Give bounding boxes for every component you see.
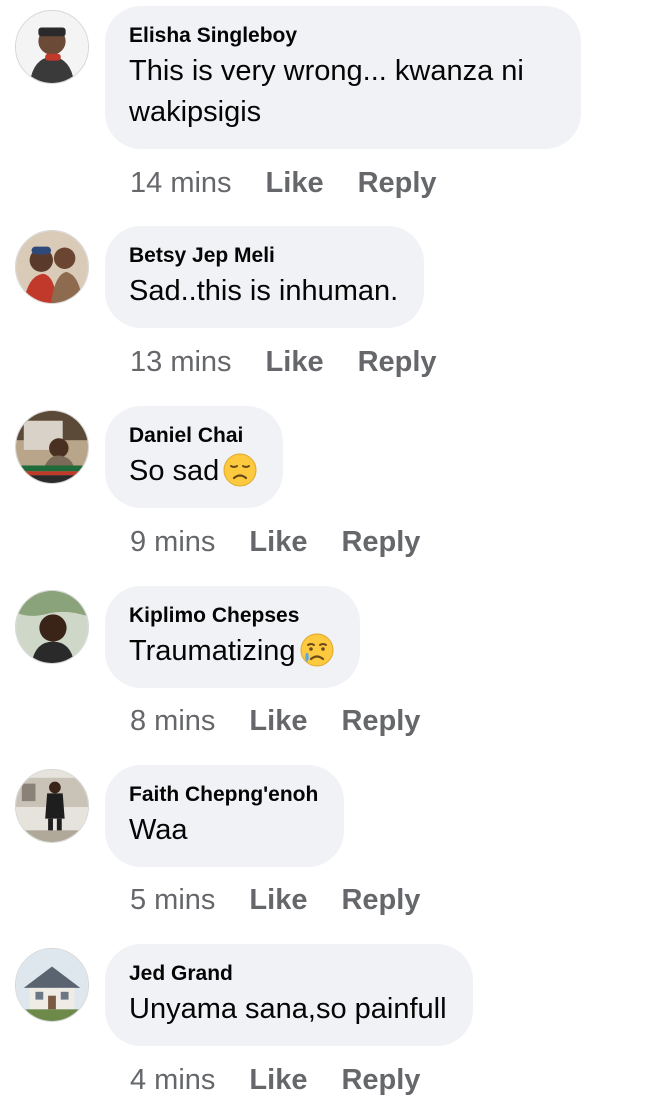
comment-timestamp[interactable]: 4 mins — [130, 1063, 215, 1097]
comment-actions: 9 mins Like Reply — [130, 525, 420, 559]
comment-text: Traumatizing — [129, 635, 296, 667]
avatar[interactable] — [15, 410, 89, 484]
crying-face-emoji-icon — [300, 633, 334, 667]
like-button[interactable]: Like — [266, 345, 324, 379]
comment-actions: 4 mins Like Reply — [130, 1063, 420, 1097]
like-button[interactable]: Like — [249, 883, 307, 917]
comment-text-line: Traumatizing — [129, 631, 334, 672]
comment-text: Sad..this is inhuman. — [129, 275, 399, 307]
comment-bubble: Faith Chepng'enoh Waa — [105, 765, 345, 867]
reply-button[interactable]: Reply — [341, 883, 420, 917]
comment-actions: 8 mins Like Reply — [130, 704, 420, 738]
comment-author[interactable]: Faith Chepng'enoh — [129, 781, 318, 809]
avatar[interactable] — [15, 590, 89, 664]
comment-text: Waa — [129, 814, 188, 846]
comment-author[interactable]: Jed Grand — [129, 960, 447, 988]
comment-actions: 5 mins Like Reply — [130, 883, 420, 917]
comment-author[interactable]: Elisha Singleboy — [129, 22, 555, 50]
comment-text: So sad — [129, 455, 220, 487]
reply-button[interactable]: Reply — [341, 704, 420, 738]
comment-bubble: Betsy Jep Meli Sad..this is inhuman. — [105, 226, 425, 328]
comment-bubble: Elisha Singleboy This is very wrong... k… — [105, 6, 581, 149]
comment-bubble: Jed Grand Unyama sana,so painfull — [105, 944, 473, 1046]
like-button[interactable]: Like — [249, 704, 307, 738]
like-button[interactable]: Like — [266, 166, 324, 200]
comment-author[interactable]: Betsy Jep Meli — [129, 242, 398, 270]
like-button[interactable]: Like — [249, 1063, 307, 1097]
comment-author[interactable]: Kiplimo Chepses — [129, 602, 334, 630]
reply-button[interactable]: Reply — [341, 1063, 420, 1097]
comment-timestamp[interactable]: 5 mins — [130, 883, 215, 917]
avatar[interactable] — [15, 769, 89, 843]
avatar[interactable] — [15, 230, 89, 304]
reply-button[interactable]: Reply — [341, 525, 420, 559]
comment-text-line: So sad — [129, 451, 257, 492]
comment-text: Unyama sana,so painfull — [129, 993, 447, 1025]
comment-actions: 14 mins Like Reply — [130, 166, 437, 200]
comment-bubble: Daniel Chai So sad — [105, 406, 284, 508]
comment-timestamp[interactable]: 13 mins — [130, 345, 232, 379]
comment-timestamp[interactable]: 8 mins — [130, 704, 215, 738]
disappointed-face-emoji-icon — [223, 453, 257, 487]
comment-timestamp[interactable]: 14 mins — [130, 166, 232, 200]
like-button[interactable]: Like — [249, 525, 307, 559]
avatar[interactable] — [15, 948, 89, 1022]
comment-actions: 13 mins Like Reply — [130, 345, 437, 379]
comment-timestamp[interactable]: 9 mins — [130, 525, 215, 559]
reply-button[interactable]: Reply — [358, 345, 437, 379]
comment-author[interactable]: Daniel Chai — [129, 422, 257, 450]
comment-text: This is very wrong... kwanza ni wakipsig… — [129, 55, 524, 128]
comment-bubble: Kiplimo Chepses Traumatizing — [105, 586, 360, 688]
avatar[interactable] — [15, 10, 89, 84]
reply-button[interactable]: Reply — [358, 166, 437, 200]
